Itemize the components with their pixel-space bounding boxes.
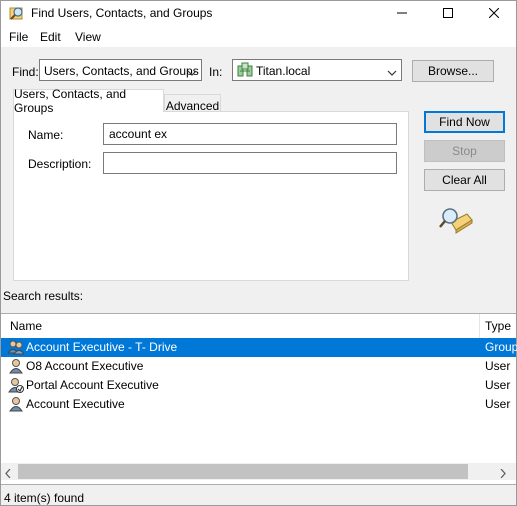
user-icon xyxy=(8,358,24,374)
maximize-button[interactable] xyxy=(425,1,471,25)
result-name: O8 Account Executive xyxy=(26,359,144,373)
column-separator[interactable] xyxy=(479,314,480,338)
name-label: Name: xyxy=(28,128,64,142)
table-row[interactable]: O8 Account Executive User xyxy=(1,357,516,376)
menu-view[interactable]: View xyxy=(75,30,101,44)
user-disabled-icon xyxy=(8,377,24,393)
result-type: User xyxy=(485,397,511,411)
result-name: Account Executive xyxy=(26,397,125,411)
table-row[interactable]: Account Executive User xyxy=(1,395,516,414)
horizontal-scrollbar[interactable] xyxy=(1,463,516,480)
chevron-down-icon xyxy=(387,66,397,80)
chevron-down-icon xyxy=(187,66,197,80)
in-label: In: xyxy=(209,65,223,79)
browse-button[interactable]: Browse... xyxy=(412,60,494,82)
result-type: User xyxy=(485,359,511,373)
close-icon xyxy=(489,8,499,18)
tab-users-contacts-groups[interactable]: Users, Contacts, and Groups xyxy=(13,87,164,115)
menu-file[interactable]: File xyxy=(9,30,28,44)
column-header-name[interactable]: Name xyxy=(10,314,42,338)
in-location-value: Titan.local xyxy=(256,64,311,78)
minimize-button[interactable] xyxy=(379,1,425,25)
stop-button[interactable]: Stop xyxy=(424,140,505,162)
scroll-left-icon[interactable] xyxy=(5,467,11,481)
name-input-value: account ex xyxy=(109,127,168,141)
find-users-dialog: Find Users, Contacts, and Groups File Ed… xyxy=(0,0,517,506)
find-label: Find: xyxy=(12,65,39,79)
scroll-right-icon[interactable] xyxy=(500,467,506,481)
table-row[interactable]: Account Executive - T- Drive Group xyxy=(1,338,517,357)
status-text: 4 item(s) found xyxy=(4,491,85,505)
magnifier-search-icon xyxy=(439,206,473,237)
menu-edit[interactable]: Edit xyxy=(40,30,61,44)
domain-icon xyxy=(237,62,253,81)
name-input[interactable]: account ex xyxy=(103,123,397,145)
table-row[interactable]: Portal Account Executive User xyxy=(1,376,516,395)
column-header-type[interactable]: Type xyxy=(485,314,511,338)
user-icon xyxy=(8,396,24,412)
description-label: Description: xyxy=(28,157,92,171)
minimize-icon xyxy=(397,12,407,14)
scrollbar-thumb[interactable] xyxy=(18,464,468,479)
result-name: Account Executive - T- Drive xyxy=(26,340,178,354)
result-type: User xyxy=(485,378,511,392)
clear-all-button[interactable]: Clear All xyxy=(424,169,505,191)
find-now-button[interactable]: Find Now xyxy=(424,111,505,133)
maximize-icon xyxy=(443,8,453,18)
results-list[interactable]: Name Type Account Executive - T- Drive G… xyxy=(1,313,517,485)
menu-bar: File Edit View xyxy=(1,27,516,47)
result-name: Portal Account Executive xyxy=(26,378,159,392)
title-bar[interactable]: Find Users, Contacts, and Groups xyxy=(1,1,516,27)
close-button[interactable] xyxy=(471,1,517,25)
find-type-combo[interactable]: Users, Contacts, and Groups xyxy=(39,59,202,81)
description-input[interactable] xyxy=(103,152,397,174)
find-type-value: Users, Contacts, and Groups xyxy=(44,64,199,78)
result-type: Group xyxy=(485,340,517,354)
group-icon xyxy=(7,339,25,355)
search-results-label: Search results: xyxy=(3,289,84,303)
in-location-combo[interactable]: Titan.local xyxy=(232,59,402,81)
find-people-icon xyxy=(9,5,25,21)
status-bar: 4 item(s) found xyxy=(1,487,516,506)
window-title: Find Users, Contacts, and Groups xyxy=(31,6,213,20)
